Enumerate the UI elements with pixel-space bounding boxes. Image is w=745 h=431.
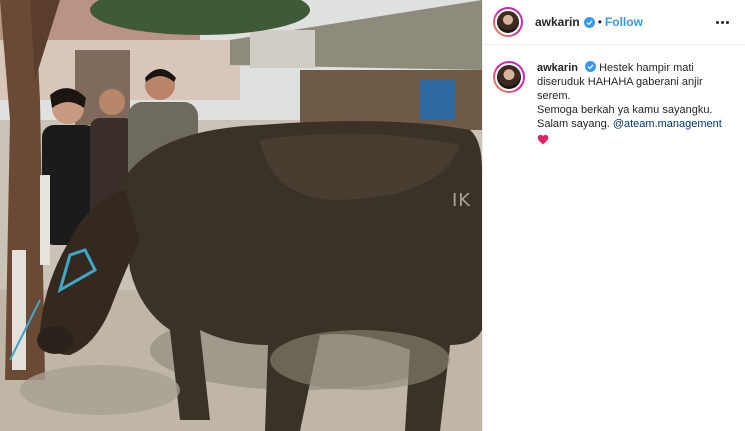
more-options-icon[interactable] [712,17,733,28]
avatar[interactable] [493,7,523,37]
post-header: awkarin • Follow [483,0,745,45]
username-link[interactable]: awkarin [535,15,580,29]
post-sidebar: awkarin • Follow awkarin Hestek hampir m… [482,0,745,431]
caption-body: awkarin Hestek hampir mati diseruduk HAH… [537,61,732,145]
instagram-post: IK awkarin • Follow awkarin Hestek hampi [0,0,745,431]
caption-username-link[interactable]: awkarin [537,62,578,74]
caption-text-line3-prefix: Salam sayang. [537,118,610,130]
caption-text-line2: Semoga berkah ya kamu sayangku. [537,104,713,116]
red-heart-icon [537,134,549,145]
caption-text-line3: Salam sayang. @ateam.management [537,117,732,131]
caption-avatar[interactable] [493,61,525,93]
photo-watermark: IK [452,190,472,211]
post-photo[interactable]: IK [0,0,482,431]
follow-button[interactable]: Follow [605,15,643,29]
separator-dot: • [597,15,602,29]
verified-badge-icon [585,61,597,72]
avatar-image [495,9,521,35]
avatar-image [495,63,523,91]
verified-badge-icon [583,16,595,28]
mention-link[interactable]: @ateam.management [613,118,722,130]
caption-comment: awkarin Hestek hampir mati diseruduk HAH… [483,45,745,145]
post-photo-illustration [0,0,482,431]
